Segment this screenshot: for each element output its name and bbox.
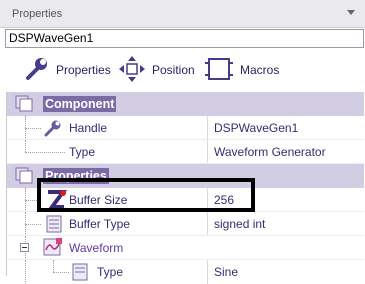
object-selector[interactable]: DSPWaveGen1 xyxy=(5,29,364,48)
subgroup-waveform[interactable]: Waveform xyxy=(7,236,364,260)
macro-block-icon xyxy=(204,55,234,86)
macros-label: Macros xyxy=(240,63,280,77)
position-label: Position xyxy=(152,63,195,77)
properties-button[interactable]: Properties xyxy=(24,55,111,85)
property-toolbar: Properties Position Macros xyxy=(0,52,365,90)
panel-titlebar: Properties xyxy=(0,0,365,28)
highlight-box xyxy=(37,178,255,212)
property-row-buffer-type[interactable]: Buffer Type signed int xyxy=(7,212,364,236)
subgroup-waveform-label: Waveform xyxy=(69,241,124,255)
property-name: Type xyxy=(69,145,96,159)
list-icon xyxy=(45,215,63,236)
wrench-small-icon xyxy=(43,118,63,141)
property-value[interactable]: signed int xyxy=(214,217,265,231)
category-pages-icon xyxy=(15,167,37,188)
property-name: Handle xyxy=(69,121,108,135)
property-value[interactable]: DSPWaveGen1 xyxy=(214,121,298,135)
wrench-icon xyxy=(24,56,50,85)
waveform-icon xyxy=(43,238,65,261)
list-icon xyxy=(71,263,89,284)
property-row-handle[interactable]: Handle DSPWaveGen1 xyxy=(7,116,364,140)
property-row-type[interactable]: Type Waveform Generator xyxy=(7,140,364,164)
property-name: Type xyxy=(97,265,124,279)
property-value[interactable]: Waveform Generator xyxy=(214,145,326,159)
macros-button[interactable]: Macros xyxy=(204,55,279,85)
property-value[interactable]: Sine xyxy=(214,265,238,279)
category-component[interactable]: Component xyxy=(7,92,364,116)
properties-label: Properties xyxy=(56,63,111,77)
property-name: Buffer Type xyxy=(69,217,130,231)
property-row-wave-type[interactable]: Type Sine xyxy=(7,260,364,284)
panel-title: Properties xyxy=(12,8,63,20)
category-component-label: Component xyxy=(43,96,117,112)
category-pages-icon xyxy=(15,95,37,116)
chevron-down-icon[interactable] xyxy=(347,10,355,15)
position-button[interactable]: Position xyxy=(118,55,195,85)
collapse-toggle[interactable] xyxy=(20,243,29,252)
move-arrows-icon xyxy=(118,55,146,86)
